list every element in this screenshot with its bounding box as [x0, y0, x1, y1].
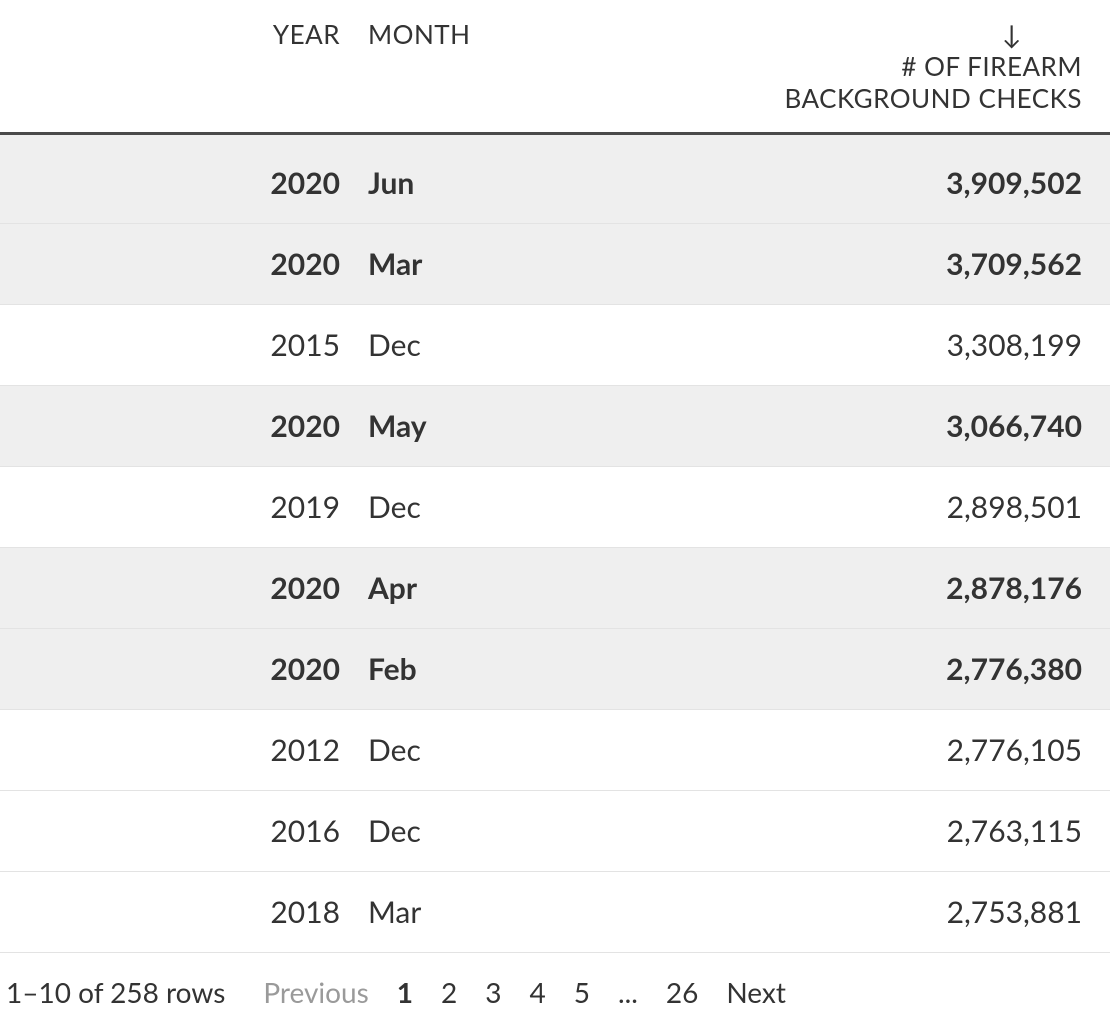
- table-row: 2020Mar3,709,562: [0, 224, 1110, 305]
- cell-year: 2018: [0, 872, 360, 953]
- col-header-month[interactable]: MONTH: [360, 0, 720, 134]
- table-row: 2020Jun3,909,502: [0, 134, 1110, 224]
- cell-count: 3,308,199: [720, 305, 1110, 386]
- cell-month: Dec: [360, 305, 720, 386]
- table-row: 2016Dec2,763,115: [0, 791, 1110, 872]
- pagination-page-5[interactable]: 5: [574, 975, 590, 1009]
- cell-count: 3,909,502: [720, 134, 1110, 224]
- cell-year: 2020: [0, 134, 360, 224]
- cell-year: 2020: [0, 224, 360, 305]
- table-header-row: YEAR MONTH ↓# OF FIREARM BACKGROUND CHEC…: [0, 0, 1110, 134]
- cell-month: Mar: [360, 224, 720, 305]
- pagination-page-1[interactable]: 1: [397, 975, 413, 1009]
- cell-month: Jun: [360, 134, 720, 224]
- pagination-next[interactable]: Next: [726, 975, 786, 1009]
- table-row: 2012Dec2,776,105: [0, 710, 1110, 791]
- sort-descending-icon: ↓: [1002, 18, 1022, 50]
- pagination-page-2[interactable]: 2: [441, 975, 457, 1009]
- cell-count: 2,898,501: [720, 467, 1110, 548]
- cell-month: May: [360, 386, 720, 467]
- pagination-page-3[interactable]: 3: [485, 975, 501, 1009]
- table-row: 2020May3,066,740: [0, 386, 1110, 467]
- table-row: 2020Feb2,776,380: [0, 629, 1110, 710]
- cell-month: Feb: [360, 629, 720, 710]
- col-header-count-line2: BACKGROUND CHECKS: [730, 82, 1082, 114]
- cell-count: 2,753,881: [720, 872, 1110, 953]
- cell-year: 2016: [0, 791, 360, 872]
- pagination-bar: 1–10 of 258 rows Previous 12345 ... 26 N…: [0, 953, 1110, 1027]
- cell-count: 2,776,105: [720, 710, 1110, 791]
- cell-year: 2020: [0, 386, 360, 467]
- table-row: 2018Mar2,753,881: [0, 872, 1110, 953]
- cell-count: 2,878,176: [720, 548, 1110, 629]
- col-header-count-line1: # OF FIREARM: [730, 50, 1082, 82]
- pagination-summary: 1–10 of 258 rows: [6, 975, 225, 1009]
- cell-count: 3,709,562: [720, 224, 1110, 305]
- pagination-page-4[interactable]: 4: [530, 975, 546, 1009]
- cell-count: 2,776,380: [720, 629, 1110, 710]
- cell-count: 3,066,740: [720, 386, 1110, 467]
- cell-year: 2012: [0, 710, 360, 791]
- cell-month: Dec: [360, 791, 720, 872]
- data-table: YEAR MONTH ↓# OF FIREARM BACKGROUND CHEC…: [0, 0, 1110, 953]
- table-row: 2019Dec2,898,501: [0, 467, 1110, 548]
- cell-month: Mar: [360, 872, 720, 953]
- cell-year: 2020: [0, 548, 360, 629]
- cell-year: 2020: [0, 629, 360, 710]
- pagination-previous[interactable]: Previous: [263, 975, 368, 1009]
- data-table-container: YEAR MONTH ↓# OF FIREARM BACKGROUND CHEC…: [0, 0, 1110, 1027]
- pagination-last-page[interactable]: 26: [666, 975, 698, 1009]
- cell-month: Apr: [360, 548, 720, 629]
- col-header-year[interactable]: YEAR: [0, 0, 360, 134]
- cell-month: Dec: [360, 467, 720, 548]
- table-row: 2015Dec3,308,199: [0, 305, 1110, 386]
- cell-year: 2019: [0, 467, 360, 548]
- pagination-ellipsis: ...: [618, 975, 638, 1009]
- cell-year: 2015: [0, 305, 360, 386]
- cell-month: Dec: [360, 710, 720, 791]
- cell-count: 2,763,115: [720, 791, 1110, 872]
- col-header-count[interactable]: ↓# OF FIREARM BACKGROUND CHECKS: [720, 0, 1110, 134]
- table-row: 2020Apr2,878,176: [0, 548, 1110, 629]
- table-body: 2020Jun3,909,5022020Mar3,709,5622015Dec3…: [0, 134, 1110, 953]
